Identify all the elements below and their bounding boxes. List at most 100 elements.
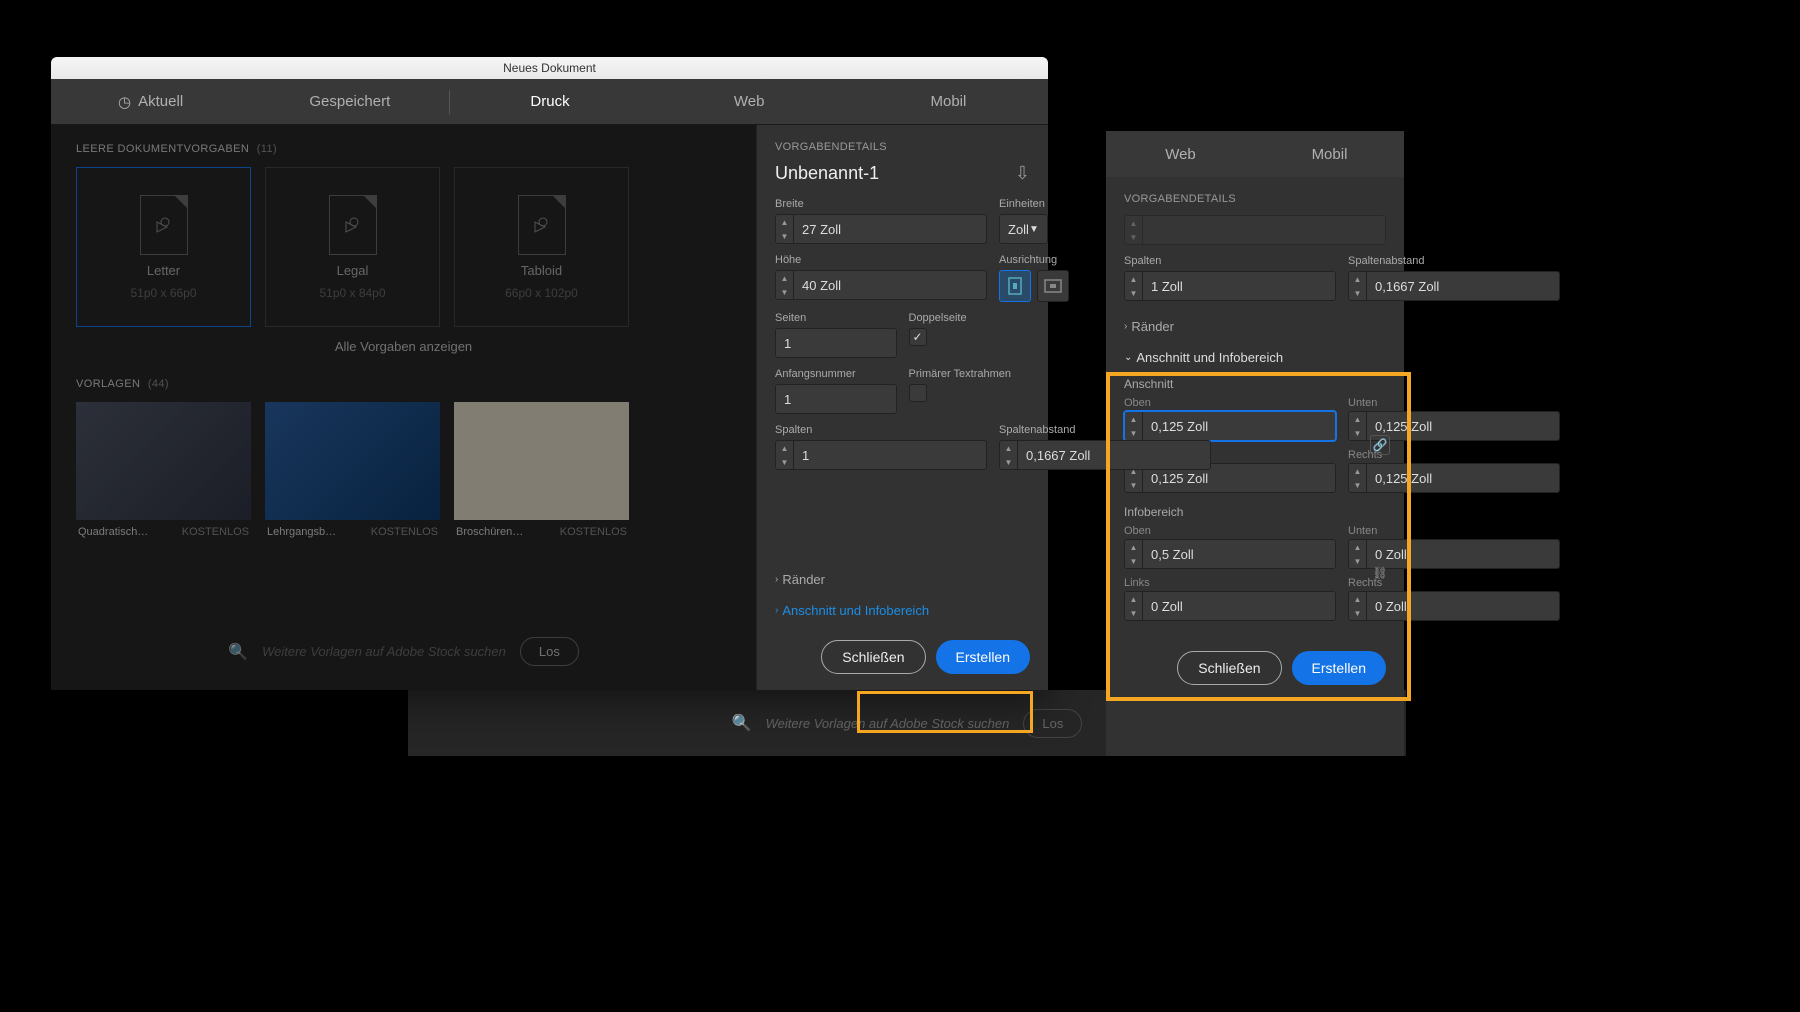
create-button-2[interactable]: Erstellen [1292, 651, 1386, 685]
slug-bottom-label: Unten [1348, 525, 1560, 537]
units-select[interactable]: Zoll ▼ [999, 214, 1048, 244]
margins-accordion[interactable]: › Ränder [775, 564, 1030, 595]
search-icon: 🔍 [732, 713, 752, 733]
columns-input[interactable]: ▲▼ [775, 440, 987, 470]
bleed-bottom-label: Unten [1348, 397, 1560, 409]
units-label: Einheiten [999, 198, 1048, 210]
columns-label: Spalten [775, 424, 987, 436]
width-label: Breite [775, 198, 987, 210]
tab-mobile-2[interactable]: Mobil [1255, 146, 1404, 163]
templates-count: (44) [148, 378, 169, 390]
stepper-up-icon[interactable]: ▲ [776, 271, 793, 285]
slug-top-label: Oben [1124, 525, 1336, 537]
background-go-button[interactable]: Los [1023, 709, 1082, 738]
facing-checkbox[interactable]: ✓ [909, 328, 927, 346]
stepper-down-icon[interactable]: ▼ [1125, 478, 1142, 492]
search-go-button[interactable]: Los [520, 637, 579, 666]
tab-mobile[interactable]: Mobil [849, 79, 1048, 124]
background-search-text: Weitere Vorlagen auf Adobe Stock suchen [766, 716, 1010, 731]
create-button[interactable]: Erstellen [936, 640, 1030, 674]
stepper-down-icon[interactable]: ▼ [776, 229, 793, 243]
clock-icon: ◷ [118, 93, 131, 111]
margins-accordion-2[interactable]: › Ränder [1124, 311, 1386, 342]
tab-web-2[interactable]: Web [1106, 146, 1255, 163]
columns-label-2: Spalten [1124, 255, 1336, 267]
category-tabs: ◷ Aktuell Gespeichert Druck Web Mobil [51, 79, 1048, 125]
stepper-down-icon[interactable]: ▼ [1349, 554, 1366, 568]
preset-tabloid[interactable]: Tabloid 66p0 x 102p0 [454, 167, 629, 327]
stepper-down-icon[interactable]: ▼ [1349, 286, 1366, 300]
template-thumb [76, 402, 251, 520]
presets-panel: LEERE DOKUMENTVORGABEN (11) Letter 51p0 … [51, 125, 756, 690]
gutter-label: Spaltenabstand [999, 424, 1211, 436]
stepper-up-icon[interactable]: ▲ [1125, 592, 1142, 606]
slug-left-input[interactable]: ▲▼ [1124, 591, 1336, 621]
slug-right-input[interactable]: ▲▼ [1348, 591, 1560, 621]
gutter-input-2[interactable]: ▲▼ [1348, 271, 1560, 301]
stepper-up-icon[interactable]: ▲ [1000, 441, 1017, 455]
stepper-up-icon[interactable]: ▲ [1125, 272, 1142, 286]
tab-print[interactable]: Druck [450, 79, 649, 124]
stepper-down-icon[interactable]: ▼ [776, 455, 793, 469]
document-name[interactable]: Unbenannt-1 [775, 163, 879, 184]
template-item[interactable]: Broschüren…KOSTENLOS [454, 402, 629, 544]
tab-web[interactable]: Web [650, 79, 849, 124]
stepper-down-icon[interactable]: ▼ [1125, 286, 1142, 300]
width-input[interactable]: ▲▼ [775, 214, 987, 244]
chevron-right-icon: › [775, 605, 778, 616]
startnum-input[interactable] [775, 384, 897, 414]
stepper-up-icon[interactable]: ▲ [776, 215, 793, 229]
close-button-2[interactable]: Schließen [1177, 651, 1281, 685]
pages-input[interactable] [775, 328, 897, 358]
stepper-up-icon[interactable]: ▲ [776, 441, 793, 455]
orientation-landscape[interactable] [1037, 270, 1069, 302]
orientation-portrait[interactable] [999, 270, 1031, 302]
new-document-dialog: Neues Dokument ◷ Aktuell Gespeichert Dru… [51, 57, 1048, 690]
save-preset-icon[interactable]: ⇩ [1015, 163, 1030, 184]
primarytext-checkbox[interactable] [909, 384, 927, 402]
bleed-right-input[interactable]: ▲▼ [1348, 463, 1560, 493]
bleed-slug-accordion-expanded[interactable]: ⌄ Anschnitt und Infobereich [1124, 342, 1386, 373]
bleed-slug-accordion[interactable]: › Anschnitt und Infobereich [775, 595, 1030, 626]
link-values-icon[interactable]: 🔗 [1370, 435, 1390, 455]
stepper-up-icon[interactable]: ▲ [1349, 412, 1366, 426]
stepper-up-icon[interactable]: ▲ [1349, 464, 1366, 478]
stepper-down-icon[interactable]: ▼ [1000, 455, 1017, 469]
tab-saved[interactable]: Gespeichert [250, 79, 449, 124]
unlink-values-icon[interactable]: ⛓ [1370, 563, 1390, 583]
stepper-down-icon[interactable]: ▼ [1125, 606, 1142, 620]
page-icon [140, 195, 188, 255]
stepper-down-icon[interactable]: ▼ [776, 285, 793, 299]
window-titlebar: Neues Dokument [51, 57, 1048, 79]
stock-search-row: 🔍 Weitere Vorlagen auf Adobe Stock suche… [51, 637, 756, 666]
template-item[interactable]: Lehrgangsb…KOSTENLOS [265, 402, 440, 544]
tab-recent[interactable]: ◷ Aktuell [51, 79, 250, 124]
stepper-down-icon[interactable]: ▼ [1349, 478, 1366, 492]
preset-legal[interactable]: Legal 51p0 x 84p0 [265, 167, 440, 327]
chevron-right-icon: › [775, 574, 778, 585]
close-button[interactable]: Schließen [821, 640, 925, 674]
primarytext-label: Primärer Textrahmen [909, 368, 1031, 380]
show-all-presets[interactable]: Alle Vorgaben anzeigen [76, 339, 731, 354]
stepper-down-icon[interactable]: ▼ [1125, 554, 1142, 568]
preset-letter[interactable]: Letter 51p0 x 66p0 [76, 167, 251, 327]
height-input[interactable]: ▲▼ [775, 270, 987, 300]
stepper-down-icon[interactable]: ▼ [1349, 606, 1366, 620]
template-thumb [454, 402, 629, 520]
stepper-up-icon[interactable]: ▲ [1125, 540, 1142, 554]
stepper-down-icon[interactable]: ▼ [1349, 426, 1366, 440]
details-heading: VORGABENDETAILS [775, 141, 1030, 153]
slug-top-input[interactable]: ▲▼ [1124, 539, 1336, 569]
orientation-label: Ausrichtung [999, 254, 1069, 266]
stepper-up-icon[interactable]: ▲ [1349, 272, 1366, 286]
gutter-input[interactable]: ▲▼ [999, 440, 1211, 470]
stepper-up-icon[interactable]: ▲ [1349, 592, 1366, 606]
bleed-top-label: Oben [1124, 397, 1336, 409]
cropped-input[interactable]: ▲▼ [1124, 215, 1386, 245]
gutter-label-2: Spaltenabstand [1348, 255, 1560, 267]
presets-count: (11) [257, 143, 277, 155]
columns-input-2[interactable]: ▲▼ [1124, 271, 1336, 301]
templates-heading: VORLAGEN [76, 378, 140, 390]
stepper-up-icon[interactable]: ▲ [1349, 540, 1366, 554]
template-item[interactable]: Quadratisch…KOSTENLOS [76, 402, 251, 544]
